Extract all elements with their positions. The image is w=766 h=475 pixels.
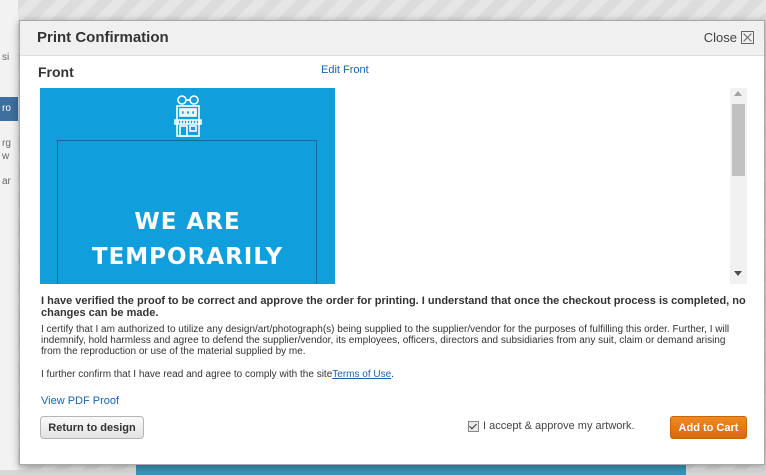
terms-of-use-link[interactable]: Terms of Use bbox=[332, 369, 391, 380]
terms-statement: I further confirm that I have read and a… bbox=[41, 369, 747, 380]
background-page-strip: si ro rg w ar bbox=[0, 0, 18, 470]
accept-artwork-control[interactable]: I accept & approve my artwork. bbox=[468, 420, 635, 432]
verification-statement: I have verified the proof to be correct … bbox=[41, 295, 746, 320]
scroll-down-arrow-icon[interactable] bbox=[734, 271, 742, 276]
artwork-preview: WE ARE TEMPORARILY bbox=[40, 88, 335, 284]
background-nav-block: ro bbox=[0, 97, 18, 121]
storefront-icon bbox=[174, 95, 202, 137]
print-confirmation-dialog: Print Confirmation Close Front Edit Fron… bbox=[19, 20, 765, 465]
return-to-design-button[interactable]: Return to design bbox=[40, 416, 144, 439]
preview-headline-line-1: WE ARE bbox=[134, 209, 241, 235]
background-text: w bbox=[2, 151, 10, 162]
background-text: ar bbox=[2, 176, 11, 187]
view-pdf-proof-link[interactable]: View PDF Proof bbox=[41, 395, 119, 407]
dialog-title: Print Confirmation bbox=[37, 29, 169, 46]
terms-suffix: . bbox=[391, 369, 394, 380]
edit-front-link[interactable]: Edit Front bbox=[321, 64, 369, 76]
close-label: Close bbox=[703, 30, 737, 45]
accept-label: I accept & approve my artwork. bbox=[483, 420, 635, 432]
terms-prefix: I further confirm that I have read and a… bbox=[41, 369, 333, 380]
background-text: ro bbox=[2, 103, 11, 114]
add-to-cart-button[interactable]: Add to Cart bbox=[670, 416, 747, 439]
scroll-up-arrow-icon[interactable] bbox=[734, 91, 742, 96]
background-text: si bbox=[2, 52, 10, 63]
front-heading: Front bbox=[38, 64, 74, 80]
close-icon bbox=[741, 31, 754, 44]
dialog-header: Print Confirmation Close bbox=[20, 21, 764, 56]
certification-statement: I certify that I am authorized to utiliz… bbox=[41, 324, 730, 357]
preview-headline-line-2: TEMPORARILY bbox=[91, 244, 284, 270]
preview-scrollbar[interactable] bbox=[730, 88, 747, 284]
scroll-thumb[interactable] bbox=[732, 104, 745, 176]
accept-checkbox[interactable] bbox=[468, 420, 479, 432]
close-button[interactable]: Close bbox=[704, 30, 754, 45]
background-text: rg bbox=[2, 138, 11, 149]
